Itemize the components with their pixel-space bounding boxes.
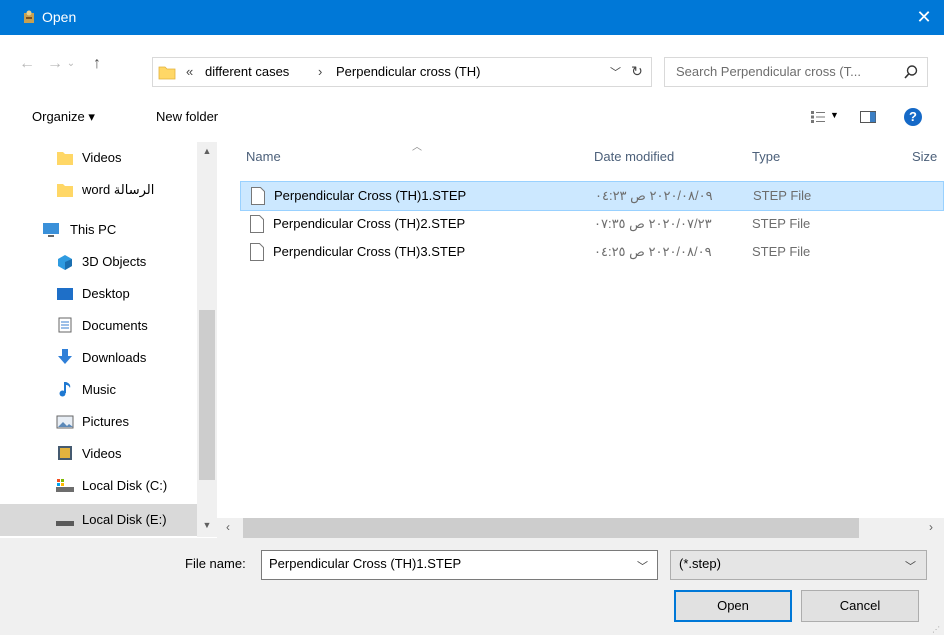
- nav-label: This PC: [70, 222, 117, 237]
- view-dropdown-chevron-icon[interactable]: ▼: [830, 110, 839, 120]
- cube-icon: [58, 255, 72, 270]
- breadcrumb-perpendicular-cross[interactable]: Perpendicular cross (TH): [336, 64, 481, 79]
- sort-ascending-icon: ︿: [412, 142, 422, 153]
- title-bar: [0, 0, 944, 35]
- search-placeholder: Search Perpendicular cross (T...: [676, 64, 861, 79]
- organize-button[interactable]: Organize ▾: [32, 109, 95, 125]
- filter-dropdown-chevron-icon[interactable]: ﹀: [905, 558, 916, 574]
- nav-label: Local Disk (C:): [82, 478, 168, 493]
- nav-item-this-pc[interactable]: This PC: [0, 214, 197, 246]
- resize-grip-icon[interactable]: ⋰: [932, 625, 940, 634]
- nav-item-pictures[interactable]: Pictures: [0, 406, 197, 438]
- nav-item-videos[interactable]: Videos: [0, 438, 197, 470]
- file-type: STEP File: [753, 188, 812, 203]
- nav-label: word الرسالة: [82, 182, 155, 197]
- nav-item-documents[interactable]: Documents: [0, 310, 197, 342]
- preview-pane-icon[interactable]: [860, 111, 876, 123]
- nav-scrollbar-thumb[interactable]: [199, 310, 215, 480]
- file-type: STEP File: [752, 244, 811, 259]
- up-arrow-icon[interactable]: ↑: [84, 52, 110, 76]
- nav-label: Videos: [82, 150, 122, 165]
- drive-icon: [56, 479, 74, 492]
- nav-label: Desktop: [82, 286, 130, 301]
- nav-item-3d-objects[interactable]: 3D Objects: [0, 246, 197, 278]
- file-row[interactable]: Perpendicular Cross (TH)2.STEP ٢٠٢٠/٠٧/٢…: [240, 210, 944, 240]
- help-icon[interactable]: ?: [904, 108, 922, 126]
- nav-label: Downloads: [82, 350, 147, 365]
- file-date: ٢٠٢٠/٠٨/٠٩ ص ٠٤:٢٥: [594, 244, 712, 259]
- horizontal-scrollbar-thumb[interactable]: [243, 518, 859, 538]
- breadcrumb-overflow[interactable]: «: [186, 64, 193, 79]
- nav-label: 3D Objects: [82, 254, 147, 269]
- refresh-icon[interactable]: ↻: [628, 62, 646, 80]
- breadcrumb-separator: ›: [318, 64, 323, 79]
- breadcrumb-different-cases[interactable]: different cases: [205, 64, 289, 79]
- videos-icon: [58, 446, 72, 460]
- new-folder-button[interactable]: New folder: [156, 109, 218, 124]
- file-name: Perpendicular Cross (TH)1.STEP: [274, 188, 467, 203]
- close-button[interactable]: ✕: [904, 0, 944, 35]
- file-row[interactable]: Perpendicular Cross (TH)1.STEP ٢٠٢٠/٠٨/٠…: [240, 181, 944, 211]
- file-icon: [250, 243, 264, 261]
- documents-icon: [58, 317, 72, 333]
- nav-label: Videos: [82, 446, 122, 461]
- nav-item-word-folder[interactable]: word الرسالة: [0, 174, 197, 206]
- column-header-name[interactable]: Name: [246, 149, 281, 164]
- file-type-filter-value: (*.step): [679, 556, 721, 571]
- file-date: ٢٠٢٠/٠٨/٠٩ ص ٠٤:٢٣: [595, 188, 713, 203]
- nav-item-downloads[interactable]: Downloads: [0, 342, 197, 374]
- scroll-right-arrow-icon[interactable]: ›: [929, 520, 933, 534]
- scroll-down-arrow-icon[interactable]: ▼: [199, 520, 215, 530]
- file-name-dropdown-chevron-icon[interactable]: ﹀: [637, 558, 648, 574]
- view-options-icon[interactable]: [810, 110, 826, 124]
- desktop-icon: [57, 288, 73, 300]
- cancel-button[interactable]: Cancel: [801, 590, 919, 622]
- back-arrow-icon[interactable]: ←: [14, 52, 40, 76]
- window-title: Open: [42, 9, 77, 25]
- search-icon[interactable]: [903, 64, 919, 80]
- app-icon: [24, 10, 34, 23]
- open-button[interactable]: Open: [674, 590, 792, 622]
- nav-item-local-disk-e[interactable]: Local Disk (E:): [0, 504, 197, 536]
- computer-icon: [43, 223, 59, 237]
- file-name-label: File name:: [185, 556, 246, 571]
- folder-icon: [57, 184, 73, 197]
- drive-icon: [56, 521, 74, 526]
- nav-label: Pictures: [82, 414, 129, 429]
- column-header-date-modified[interactable]: Date modified: [594, 149, 674, 164]
- nav-item-videos-folder[interactable]: Videos: [0, 142, 197, 174]
- column-header-type[interactable]: Type: [752, 149, 780, 164]
- folder-icon: [57, 152, 73, 165]
- file-icon: [250, 215, 264, 233]
- file-row[interactable]: Perpendicular Cross (TH)3.STEP ٢٠٢٠/٠٨/٠…: [240, 238, 944, 268]
- music-icon: [59, 382, 71, 397]
- scroll-left-arrow-icon[interactable]: ‹: [226, 520, 230, 534]
- nav-label: Music: [82, 382, 116, 397]
- nav-item-local-disk-c[interactable]: Local Disk (C:): [0, 470, 197, 502]
- navigation-pane: Videos word الرسالة This PC 3D Objects D…: [0, 142, 197, 537]
- folder-icon: [158, 66, 176, 80]
- scroll-up-arrow-icon[interactable]: ▲: [199, 146, 215, 156]
- nav-item-desktop[interactable]: Desktop: [0, 278, 197, 310]
- file-type: STEP File: [752, 216, 811, 231]
- file-name: Perpendicular Cross (TH)3.STEP: [273, 244, 466, 259]
- file-icon: [251, 187, 265, 205]
- file-date: ٢٠٢٠/٠٧/٢٣ ص ٠٧:٣٥: [594, 216, 712, 231]
- file-name: Perpendicular Cross (TH)2.STEP: [273, 216, 466, 231]
- column-header-size[interactable]: Size: [912, 149, 937, 164]
- nav-label: Local Disk (E:): [82, 512, 167, 527]
- address-dropdown-chevron-icon[interactable]: ﹀: [610, 64, 621, 80]
- nav-label: Documents: [82, 318, 148, 333]
- download-icon: [58, 349, 72, 364]
- file-name-value: Perpendicular Cross (TH)1.STEP: [269, 556, 462, 571]
- pictures-icon: [56, 415, 74, 429]
- nav-item-music[interactable]: Music: [0, 374, 197, 406]
- recent-locations-chevron-icon[interactable]: ⌄: [64, 52, 78, 76]
